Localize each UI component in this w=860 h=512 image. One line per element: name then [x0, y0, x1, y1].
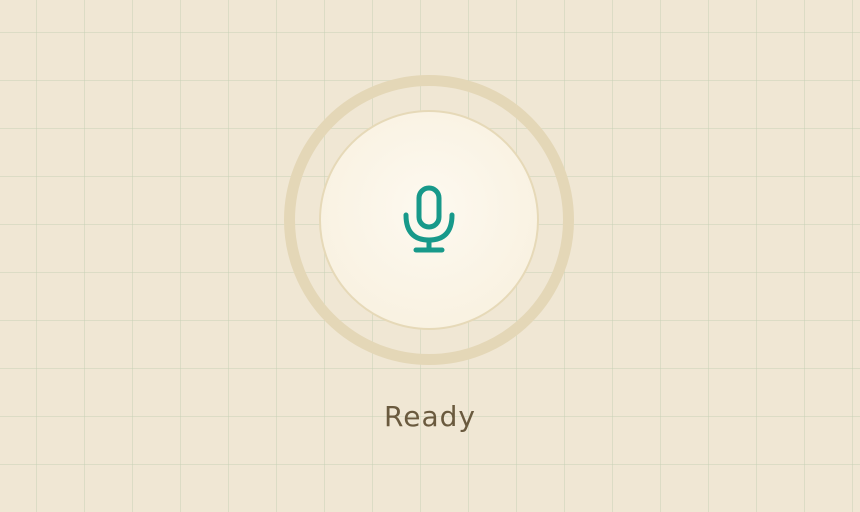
microphone-icon	[403, 185, 455, 253]
record-button[interactable]	[319, 110, 539, 330]
status-label: Ready	[384, 400, 476, 433]
voice-recorder: Ready	[0, 0, 860, 512]
